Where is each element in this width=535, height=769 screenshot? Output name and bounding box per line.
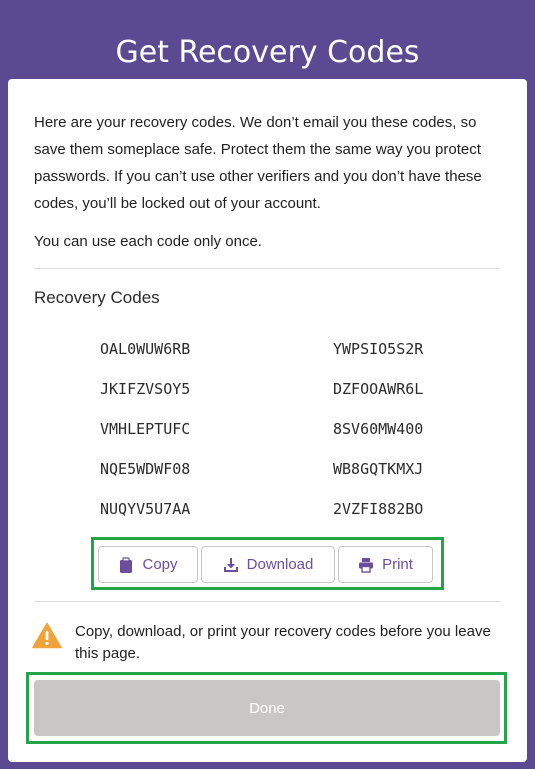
recovery-code: 8SV60MW400 — [333, 420, 424, 438]
intro-text: Here are your recovery codes. We don’t e… — [34, 114, 482, 212]
recovery-code: NQE5WDWF08 — [100, 460, 191, 478]
done-button[interactable]: Done — [34, 680, 500, 736]
clipboard-icon — [120, 556, 133, 573]
divider — [34, 601, 500, 602]
warning-icon — [32, 622, 62, 649]
recovery-code: OAL0WUW6RB — [100, 340, 191, 358]
download-icon — [223, 557, 238, 572]
recovery-codes-card: Here are your recovery codes. We don’t e… — [8, 79, 527, 762]
recovery-code: YWPSIO5S2R — [333, 340, 424, 358]
recovery-code: DZFOOAWR6L — [333, 380, 424, 398]
divider — [34, 268, 500, 269]
recovery-code: VMHLEPTUFC — [100, 420, 191, 438]
recovery-codes-title: Recovery Codes — [34, 288, 160, 307]
actions-button-group: Copy Download Print — [98, 546, 433, 583]
recovery-code: WB8GQTKMXJ — [333, 460, 424, 478]
warning-text: Copy, download, or print your recovery c… — [75, 623, 491, 662]
print-button-label: Print — [382, 556, 413, 573]
recovery-code: JKIFZVSOY5 — [100, 380, 191, 398]
single-use-note: You can use each code only once. — [34, 233, 262, 250]
recovery-codes-list: OAL0WUW6RB YWPSIO5S2R JKIFZVSOY5 DZFOOAW… — [100, 336, 460, 536]
recovery-code: NUQYV5U7AA — [100, 500, 191, 518]
download-button[interactable]: Download — [201, 546, 335, 583]
download-button-label: Download — [246, 556, 314, 573]
printer-icon — [359, 557, 374, 573]
copy-button-label: Copy — [142, 556, 178, 573]
recovery-code: 2VZFI882BO — [333, 500, 424, 518]
print-button[interactable]: Print — [338, 546, 433, 583]
page-title: Get Recovery Codes — [115, 35, 420, 71]
copy-button[interactable]: Copy — [98, 546, 198, 583]
